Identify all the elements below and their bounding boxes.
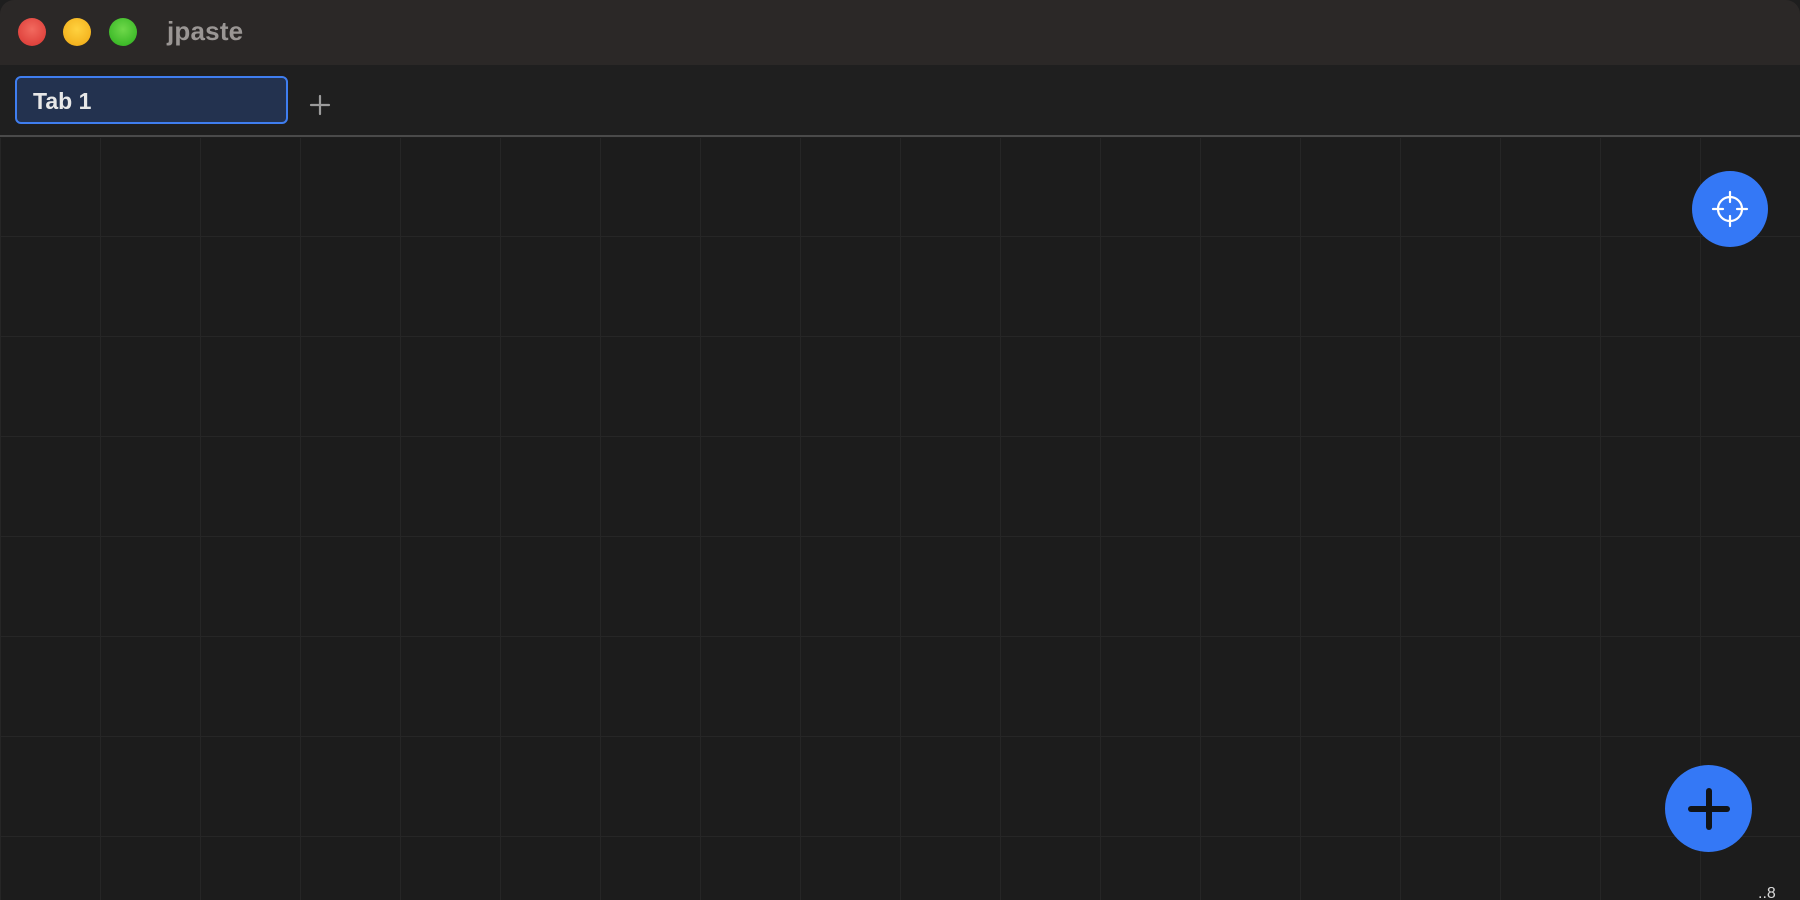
plus-icon	[309, 94, 331, 116]
title-bar[interactable]: jpaste	[0, 0, 1800, 65]
window-title: jpaste	[167, 16, 244, 46]
tab-bar: Tab 1	[0, 65, 1800, 137]
tab-label: Tab 1	[33, 88, 92, 114]
minimize-window-button[interactable]	[63, 18, 91, 46]
maximize-window-button[interactable]	[109, 18, 137, 46]
close-window-button[interactable]	[18, 18, 46, 46]
add-item-button[interactable]	[1665, 765, 1752, 852]
tab-1[interactable]: Tab 1	[15, 76, 288, 124]
corner-text: ..8	[1758, 885, 1776, 900]
plus-icon	[1687, 787, 1730, 830]
app-window: jpaste Tab 1 ..8	[0, 0, 1800, 900]
add-tab-button[interactable]	[300, 85, 340, 125]
crosshair-icon	[1711, 190, 1749, 228]
recenter-button[interactable]	[1692, 171, 1768, 247]
grid-canvas[interactable]	[0, 138, 1800, 900]
